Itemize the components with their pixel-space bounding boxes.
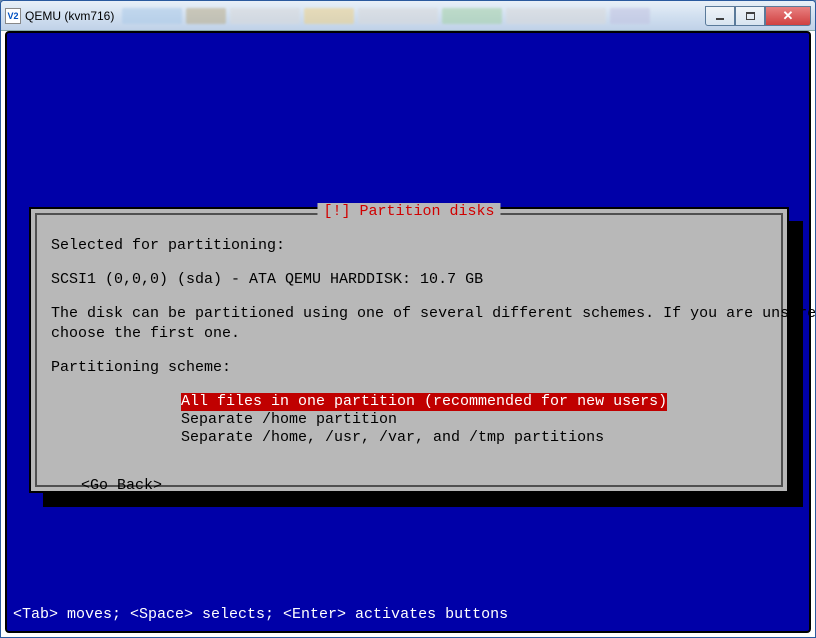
option-separate-all[interactable]: Separate /home, /usr, /var, and /tmp par… [181,429,604,447]
dialog-title: [!] Partition disks [317,203,500,220]
partition-dialog: [!] Partition disks Selected for partiti… [29,207,789,493]
window-controls: ✕ [705,6,811,26]
close-button[interactable]: ✕ [765,6,811,26]
vnc-icon: V2 [5,8,21,24]
main-window: V2 QEMU (kvm716) ✕ [0,0,816,638]
dialog-border: [!] Partition disks Selected for partiti… [35,213,783,487]
window-title: QEMU (kvm716) [25,9,114,23]
maximize-button[interactable] [735,6,765,26]
scheme-options: All files in one partition (recommended … [181,393,767,447]
footer-help: <Tab> moves; <Space> selects; <Enter> ac… [13,606,508,623]
go-back-button[interactable]: <Go Back> [81,477,767,495]
scheme-label: Partitioning scheme: [51,359,767,377]
instruction-text-1: The disk can be partitioned using one of… [51,305,767,323]
titlebar: V2 QEMU (kvm716) ✕ [1,1,815,31]
terminal-screen: [!] Partition disks Selected for partiti… [5,31,811,633]
instruction-text-2: choose the first one. [51,325,767,343]
maximize-icon [746,12,755,20]
minimize-button[interactable] [705,6,735,26]
selected-label: Selected for partitioning: [51,237,767,255]
close-icon: ✕ [783,8,794,24]
titlebar-background-blur [122,6,697,26]
option-separate-home[interactable]: Separate /home partition [181,411,397,429]
dialog-content: Selected for partitioning: SCSI1 (0,0,0)… [37,215,781,505]
option-all-files[interactable]: All files in one partition (recommended … [181,393,667,411]
minimize-icon [716,18,724,20]
disk-info: SCSI1 (0,0,0) (sda) - ATA QEMU HARDDISK:… [51,271,767,289]
